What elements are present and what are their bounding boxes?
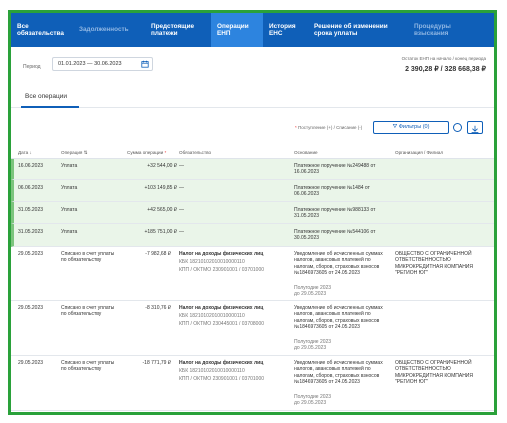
row-basis: Уведомление об исчисленных суммах налого…	[294, 305, 383, 330]
row-date: 29.05.2023	[18, 360, 44, 366]
table-row[interactable]: 29.05.2023 Списано в счет уплаты по обяз…	[11, 301, 494, 356]
operations-tabs: Все операции	[11, 87, 494, 108]
download-button[interactable]	[467, 121, 483, 134]
row-operation: Уплата	[61, 163, 78, 169]
row-obligation: —	[179, 229, 184, 235]
nav-enp-operations[interactable]: Операции ЕНП	[211, 13, 263, 47]
active-tab-indicator	[21, 106, 79, 108]
row-operation: Уплата	[61, 207, 78, 213]
row-kpp-oktmo: КПП / ОКТМО 230445001 / 03708000	[179, 321, 265, 327]
top-nav: Все обязательства Задолженность Предстоя…	[11, 13, 494, 47]
row-obligation: —	[179, 207, 184, 213]
table-row[interactable]: 31.05.2023 Уплата +42 565,00 ₽ — Платежн…	[11, 202, 494, 224]
screenshot-frame: Все обязательства Задолженность Предстоя…	[8, 10, 497, 415]
table-row[interactable]: 06.06.2023 Уплата +103 149,85 ₽ — Платеж…	[11, 180, 494, 202]
row-kbk: КБК 18210102010010000110	[179, 368, 245, 374]
row-kpp-oktmo: КПП / ОКТМО 230901001 / 03701000	[179, 376, 265, 382]
legend-star: *	[295, 125, 297, 130]
filters-bar: Период 01.01.2023 — 30.06.2023 Остаток Е…	[11, 55, 494, 81]
row-organization: ОБЩЕСТВО С ОГРАНИЧЕННОЙ ОТВЕТСТВЕННОСТЬЮ…	[395, 251, 474, 276]
nav-ens-history[interactable]: История ЕНС	[263, 13, 308, 47]
table-toolbar: * Поступление (+) / Списание (-) ⛛ Фильт…	[11, 120, 494, 136]
filters-button-label: Фильтры (0)	[398, 124, 430, 130]
download-icon	[471, 125, 479, 133]
header-amount[interactable]: Сумма операции *	[127, 150, 166, 155]
tab-all-operations[interactable]: Все операции	[25, 93, 67, 100]
calendar-icon[interactable]	[141, 60, 149, 68]
nav-upcoming-payments[interactable]: Предстоящие платежи	[145, 13, 211, 47]
row-obligation-title: Налог на доходы физических лиц	[179, 305, 264, 311]
row-date: 31.05.2023	[18, 207, 44, 213]
balance-values: 2 390,28 ₽ / 328 668,38 ₽	[405, 66, 486, 73]
row-kpp-oktmo: КПП / ОКТМО 230901001 / 03701000	[179, 267, 265, 273]
row-obligation-title: Налог на доходы физических лиц	[179, 251, 264, 257]
row-basis: Платежное поручение №1484 от 06.06.2023	[294, 185, 370, 198]
row-amount: +32 544,00 ₽	[147, 163, 177, 169]
header-basis: Основание	[294, 150, 318, 155]
period-label: Период	[23, 64, 41, 70]
row-amount: -18 771,79 ₽	[142, 360, 171, 366]
nav-payment-term-change[interactable]: Решение об изменении срока уплаты	[308, 13, 408, 47]
row-amount: +42 565,00 ₽	[147, 207, 177, 213]
row-date: 16.06.2023	[18, 163, 44, 169]
row-operation: Уплата	[61, 229, 78, 235]
row-kbk: КБК 18210102010010000110	[179, 313, 245, 319]
period-date-range-input[interactable]: 01.01.2023 — 30.06.2023	[52, 57, 153, 71]
period-value: 01.01.2023 — 30.06.2023	[58, 61, 122, 67]
row-obligation: —	[179, 185, 184, 191]
row-organization: ОБЩЕСТВО С ОГРАНИЧЕННОЙ ОТВЕТСТВЕННОСТЬЮ…	[395, 360, 474, 385]
row-basis: Платежное поручение №544106 от 30.05.202…	[294, 229, 376, 242]
header-date[interactable]: Дата ↓	[18, 150, 32, 155]
nav-collection-procedures[interactable]: Процедуры взыскания	[408, 13, 478, 47]
header-obligation: Обязательство	[179, 150, 212, 155]
legend-text: Поступление (+) / Списание (-)	[298, 125, 363, 130]
row-basis: Платежное поручение №249488 от 16.06.202…	[294, 163, 376, 176]
row-basis: Платежное поручение №988133 от 31.05.202…	[294, 207, 376, 220]
row-kbk: КБК 18210102010010000110	[179, 259, 245, 265]
row-operation: Уплата	[61, 185, 78, 191]
row-basis: Уведомление об исчисленных суммах налого…	[294, 251, 383, 276]
header-organization: Организация / Филиал	[395, 150, 444, 155]
header-operation[interactable]: Операция ⇅	[61, 150, 88, 156]
row-date: 31.05.2023	[18, 229, 44, 235]
row-amount: +185 751,00 ₽	[144, 229, 177, 235]
row-obligation: —	[179, 163, 184, 169]
row-due: до 29.05.2023	[294, 400, 327, 406]
table-header: Дата ↓ Операция ⇅ Сумма операции * Обяза…	[11, 147, 494, 159]
row-date: 29.05.2023	[18, 251, 44, 257]
table-row[interactable]: 31.05.2023 Уплата +185 751,00 ₽ — Платеж…	[11, 224, 494, 247]
table-row[interactable]: 29.05.2023 Списано в счет уплаты по обяз…	[11, 356, 494, 411]
reset-filters-button[interactable]	[453, 123, 462, 132]
row-due: до 29.05.2023	[294, 291, 327, 297]
row-date: 06.06.2023	[18, 185, 44, 191]
row-basis: Уведомление об исчисленных суммах налого…	[294, 360, 383, 385]
row-date: 29.05.2023	[18, 305, 44, 311]
operations-legend: * Поступление (+) / Списание (-)	[295, 125, 362, 130]
balance-label: Остаток ЕНП на начало / конец периода	[401, 56, 486, 61]
row-amount: -7 982,68 ₽	[145, 251, 171, 257]
filters-button[interactable]: ⛛ Фильтры (0)	[373, 121, 449, 134]
nav-all-obligations[interactable]: Все обязательства	[11, 13, 73, 47]
nav-debt[interactable]: Задолженность	[73, 13, 145, 47]
table-row[interactable]: 29.05.2023 Списано в счет уплаты по обяз…	[11, 247, 494, 301]
row-amount: +103 149,85 ₽	[144, 185, 177, 191]
row-due: до 29.05.2023	[294, 345, 327, 351]
row-amount: -8 310,76 ₽	[145, 305, 171, 311]
row-obligation-title: Налог на доходы физических лиц	[179, 360, 264, 366]
table-row[interactable]: 16.06.2023 Уплата +32 544,00 ₽ — Платежн…	[11, 159, 494, 180]
